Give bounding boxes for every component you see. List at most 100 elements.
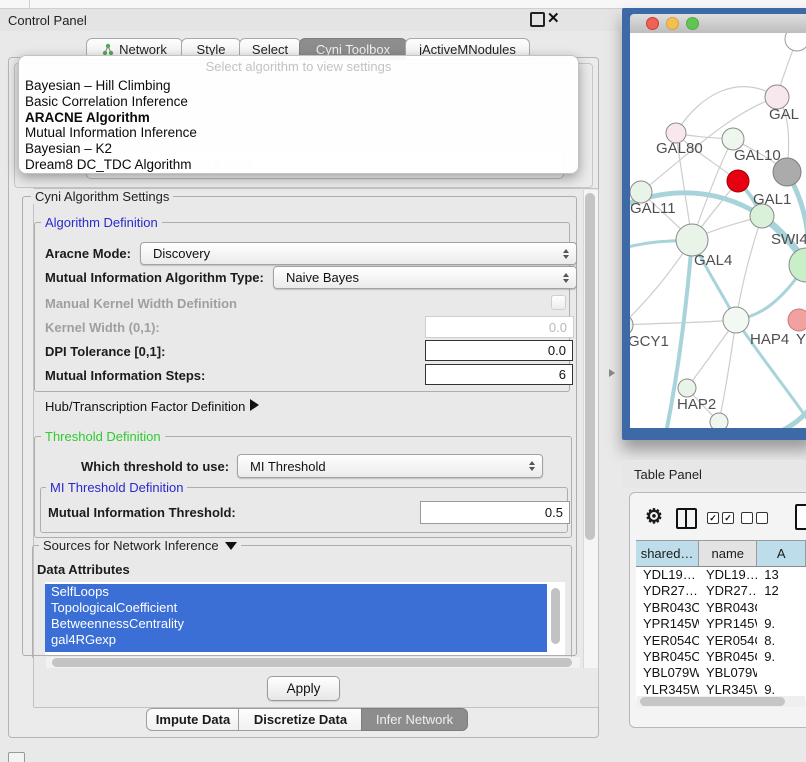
network-node-swi4[interactable] [789, 248, 806, 282]
network-node-y[interactable] [788, 309, 806, 331]
table-cell: YBR043C [699, 600, 757, 616]
settings-hscroll-thumb[interactable] [52, 658, 572, 667]
table-cell: YPR145W [699, 616, 757, 632]
mi-steps-label: Mutual Information Steps: [45, 368, 205, 383]
table-hscroll-thumb[interactable] [640, 697, 785, 706]
network-window-titlebar[interactable] [630, 14, 806, 33]
stepper-arrows-icon [529, 461, 535, 471]
table-row[interactable]: YPR145WYPR145W9. [636, 616, 806, 632]
algorithm-option[interactable]: Basic Correlation Inference [25, 94, 572, 110]
node-label: GAL4 [694, 252, 732, 269]
table-cell: 9. [757, 616, 806, 632]
checked-pair-icon[interactable]: ✓✓ [707, 512, 734, 524]
data-attribute-item[interactable]: TopologicalCoefficient [45, 600, 547, 616]
algorithm-option[interactable]: Bayesian – K2 [25, 141, 572, 157]
mi-threshold-label: Mutual Information Threshold: [48, 505, 236, 520]
data-attributes-list[interactable]: SelfLoopsTopologicalCoefficientBetweenne… [45, 582, 565, 655]
apply-button[interactable]: Apply [267, 676, 340, 701]
table-cell: YBR045C [636, 649, 699, 665]
table-row[interactable]: YBR045CYBR045C9. [636, 649, 806, 665]
node-table[interactable]: shared…nameA YDL19…YDL19…13YDR27…YDR27…1… [636, 540, 806, 699]
mi-threshold-legend: MI Threshold Definition [46, 480, 187, 495]
network-edge [736, 216, 762, 320]
node-label: Y [796, 331, 806, 348]
table-row[interactable]: YBL079WYBL079W [636, 665, 806, 681]
data-attribute-item[interactable]: gal4RGexp [45, 632, 547, 648]
network-icon [102, 43, 114, 56]
mi-steps-value: 6 [559, 367, 566, 382]
bottom-tab-discretize-data[interactable]: Discretize Data [238, 708, 363, 731]
table-row[interactable]: YDR27…YDR27…12 [636, 583, 806, 599]
sources-legend-text: Sources for Network Inference [43, 538, 219, 553]
unchecked-pair-icon[interactable] [741, 512, 768, 524]
table-row[interactable]: YDL19…YDL19…13 [636, 567, 806, 583]
table-cell: YER054C [636, 633, 699, 649]
column-header-shared…[interactable]: shared… [636, 541, 699, 566]
table-row[interactable]: YER054CYER054C8. [636, 633, 806, 649]
column-header-A[interactable]: A [757, 541, 806, 566]
table-cell [757, 600, 806, 616]
node-label: GCY1 [630, 333, 669, 350]
minimize-window-icon[interactable] [666, 17, 679, 30]
which-threshold-combobox[interactable]: MI Threshold [237, 454, 543, 478]
split-columns-icon[interactable] [676, 508, 697, 529]
expand-arrow-icon[interactable] [250, 399, 259, 411]
network-canvas[interactable]: GALGAL80GAL10GAL11GAL1GAL4SWI4GCY1HAP4YH… [630, 33, 806, 428]
toolbar-divider [29, 0, 30, 8]
hub-definition-toggle[interactable]: Hub/Transcription Factor Definition [45, 399, 245, 414]
control-panel-titlebar [0, 9, 620, 31]
collapse-arrow-icon[interactable] [225, 542, 237, 550]
which-threshold-label: Which threshold to use: [81, 459, 229, 474]
settings-vscroll-thumb[interactable] [585, 193, 595, 540]
network-edge [719, 320, 736, 422]
kernel-width-field[interactable]: 0.0 [425, 316, 574, 338]
bottom-tab-label: Discretize Data [254, 712, 347, 727]
threshold-definition-legend: Threshold Definition [41, 429, 165, 444]
close-panel-button[interactable]: ✕ [547, 9, 560, 27]
attribute-list-scroll-thumb[interactable] [551, 588, 560, 644]
data-attribute-item[interactable]: BetweennessCentrality [45, 616, 547, 632]
bottom-tab-impute-data[interactable]: Impute Data [146, 708, 240, 731]
gear-icon[interactable]: ⚙ [645, 504, 663, 529]
algorithm-dropdown-popup: Select algorithm to view settings Bayesi… [18, 55, 579, 174]
algorithm-option[interactable]: Mutual Information Inference [25, 125, 572, 141]
bottom-tab-infer-network[interactable]: Infer Network [361, 708, 468, 731]
minimized-panel-icon[interactable] [8, 752, 25, 762]
close-window-icon[interactable] [646, 17, 659, 30]
network-node[interactable] [785, 33, 806, 51]
table-cell: YBR043C [636, 600, 699, 616]
aracne-mode-label: Aracne Mode: [45, 246, 131, 261]
table-row[interactable]: YBR043CYBR043C [636, 600, 806, 616]
table-cell: YPR145W [636, 616, 699, 632]
mi-type-combobox[interactable]: Naive Bayes [273, 266, 577, 289]
algorithm-option[interactable]: Bayesian – Hill Climbing [25, 78, 572, 94]
float-panel-button[interactable] [530, 12, 545, 27]
manual-kernel-label: Manual Kernel Width Definition [45, 296, 237, 311]
document-icon[interactable] [795, 504, 806, 530]
zoom-window-icon[interactable] [686, 17, 699, 30]
node-label: GAL1 [753, 191, 791, 208]
network-node[interactable] [727, 170, 749, 192]
manual-kernel-checkbox[interactable] [551, 295, 566, 310]
bottom-tab-label: Infer Network [376, 712, 453, 727]
data-attribute-item[interactable]: SelfLoops [45, 584, 547, 600]
apply-button-label: Apply [287, 681, 321, 696]
column-header-name[interactable]: name [699, 541, 757, 566]
algorithm-option[interactable]: ARACNE Algorithm [25, 110, 572, 126]
kernel-width-value: 0.0 [549, 320, 567, 335]
algorithm-option[interactable]: Dream8 DC_TDC Algorithm [25, 157, 572, 173]
network-node-hap2[interactable] [678, 379, 696, 397]
network-node-hap4[interactable] [723, 307, 749, 333]
dpi-tolerance-field[interactable]: 0.0 [425, 340, 573, 361]
node-label: GAL80 [656, 140, 703, 157]
mouse-cursor [609, 369, 615, 377]
aracne-mode-combobox[interactable]: Discovery [140, 242, 577, 265]
mi-threshold-field[interactable]: 0.5 [420, 501, 570, 524]
network-node[interactable] [710, 413, 728, 428]
table-panel-title: Table Panel [634, 467, 702, 482]
table-cell: 12 [757, 583, 806, 599]
mi-steps-field[interactable]: 6 [425, 364, 573, 385]
node-label: GAL11 [630, 200, 676, 217]
table-cell: 8. [757, 633, 806, 649]
aracne-mode-value: Discovery [153, 246, 210, 261]
